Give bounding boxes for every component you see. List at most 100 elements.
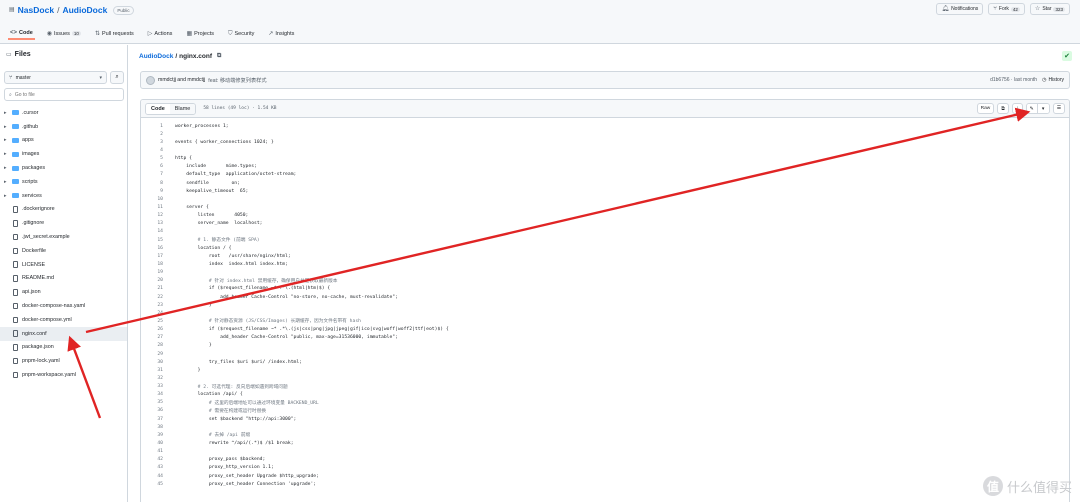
line-number[interactable]: 38	[141, 425, 175, 430]
download-button[interactable]: ⤓	[1011, 103, 1023, 114]
code-view-tab[interactable]: Code	[146, 103, 170, 114]
line-number[interactable]: 24	[141, 311, 175, 316]
line-number[interactable]: 9	[141, 189, 175, 194]
code-line: 21 if ($request_filename ~* .*\.(html|ht…	[141, 285, 1069, 293]
line-number[interactable]: 16	[141, 246, 175, 251]
history-button[interactable]: ◷ History	[1042, 77, 1064, 83]
symbols-panel-button[interactable]: ☰	[1052, 103, 1065, 114]
file-tree-item[interactable]: LICENSE	[0, 258, 127, 272]
search-button[interactable]: ⌕	[110, 71, 124, 84]
line-number[interactable]: 35	[141, 400, 175, 405]
line-content: proxy_set_header Upgrade $http_upgrade;	[175, 473, 319, 479]
repo-name-link[interactable]: AudioDock	[62, 5, 107, 15]
line-number[interactable]: 32	[141, 376, 175, 381]
line-number[interactable]: 1	[141, 124, 175, 129]
tab-pull-requests[interactable]: ⇅ Pull requests	[93, 27, 136, 40]
line-number[interactable]: 34	[141, 392, 175, 397]
tab-insights[interactable]: ↗ Insights	[266, 27, 296, 40]
commit-authors[interactable]: mmdctjj and mmdctjj	[158, 77, 205, 83]
line-number[interactable]: 27	[141, 335, 175, 340]
line-number[interactable]: 37	[141, 417, 175, 422]
file-tree-item[interactable]: pnpm-workspace.yaml	[0, 368, 127, 382]
branch-selector[interactable]: ⑂ master ▾	[4, 71, 107, 84]
line-number[interactable]: 28	[141, 343, 175, 348]
tab-security[interactable]: ⛉ Security	[226, 27, 256, 40]
file-tree-item[interactable]: docker-compose-nas.yaml	[0, 299, 127, 313]
folder-icon	[12, 165, 19, 171]
file-tree-item[interactable]: .jwt_secret.example	[0, 230, 127, 244]
commit-message[interactable]: feat: 移动端修复列表样式	[208, 77, 266, 84]
edit-button[interactable]: ✎	[1026, 104, 1038, 113]
line-number[interactable]: 12	[141, 213, 175, 218]
tab-projects[interactable]: ▦ Projects	[184, 27, 216, 40]
file-tree-item[interactable]: package.json	[0, 341, 127, 355]
notifications-button[interactable]: 🔔︎ Notifications	[936, 3, 984, 15]
file-tree-item[interactable]: Dockerfile	[0, 244, 127, 258]
line-number[interactable]: 42	[141, 457, 175, 462]
line-number[interactable]: 23	[141, 303, 175, 308]
file-tree-item[interactable]: .gitignore	[0, 216, 127, 230]
line-number[interactable]: 22	[141, 295, 175, 300]
line-number[interactable]: 17	[141, 254, 175, 259]
line-number[interactable]: 2	[141, 132, 175, 137]
file-tree-item[interactable]: nginx.conf	[0, 326, 127, 341]
file-tree-item[interactable]: ▸ .github	[0, 120, 127, 134]
line-number[interactable]: 39	[141, 433, 175, 438]
line-number[interactable]: 18	[141, 262, 175, 267]
line-number[interactable]: 14	[141, 229, 175, 234]
line-number[interactable]: 33	[141, 384, 175, 389]
tab-actions[interactable]: ▷ Actions	[146, 27, 175, 40]
line-number[interactable]: 11	[141, 205, 175, 210]
commit-hash[interactable]: d1b6756 · last month	[990, 77, 1037, 83]
line-number[interactable]: 26	[141, 327, 175, 332]
file-tree-item[interactable]: docker-compose.yml	[0, 313, 127, 327]
line-number[interactable]: 41	[141, 449, 175, 454]
go-to-file[interactable]: ⌕	[4, 88, 124, 101]
line-number[interactable]: 29	[141, 352, 175, 357]
line-number[interactable]: 13	[141, 221, 175, 226]
file-tree-item[interactable]: ▸ images	[0, 147, 127, 161]
line-number[interactable]: 44	[141, 474, 175, 479]
star-button[interactable]: ☆ Star 323	[1029, 3, 1070, 15]
line-number[interactable]: 31	[141, 368, 175, 373]
file-tree-item[interactable]: ▸ packages	[0, 161, 127, 175]
line-number[interactable]: 10	[141, 197, 175, 202]
line-number[interactable]: 19	[141, 270, 175, 275]
avatar[interactable]	[146, 75, 155, 85]
file-tree-item[interactable]: README.md	[0, 272, 127, 286]
line-number[interactable]: 21	[141, 286, 175, 291]
breadcrumb-repo-link[interactable]: AudioDock	[139, 53, 173, 60]
line-number[interactable]: 30	[141, 360, 175, 365]
line-number[interactable]: 25	[141, 319, 175, 324]
file-tree-item[interactable]: .dockerignore	[0, 203, 127, 217]
repo-owner-link[interactable]: NasDock	[18, 5, 54, 15]
line-number[interactable]: 4	[141, 148, 175, 153]
tab-issues[interactable]: ◉ Issues 10	[45, 27, 83, 40]
file-tree-item[interactable]: ▸ apps	[0, 134, 127, 148]
file-tree-item[interactable]: ▸ .cursor	[0, 106, 127, 120]
go-to-file-input[interactable]	[14, 91, 115, 98]
line-number[interactable]: 20	[141, 278, 175, 283]
line-number[interactable]: 6	[141, 164, 175, 169]
sidebar-collapse-icon[interactable]: ▭	[6, 52, 12, 58]
line-number[interactable]: 8	[141, 181, 175, 186]
line-number[interactable]: 3	[141, 140, 175, 145]
copy-raw-button[interactable]: ⧉	[997, 103, 1009, 114]
line-number[interactable]: 15	[141, 238, 175, 243]
file-tree-item[interactable]: ▸ services	[0, 189, 127, 203]
line-number[interactable]: 5	[141, 156, 175, 161]
copy-path-icon[interactable]: ⧉	[217, 53, 221, 60]
line-number[interactable]: 45	[141, 482, 175, 487]
edit-menu-button[interactable]: ▾	[1037, 104, 1049, 113]
line-number[interactable]: 7	[141, 172, 175, 177]
file-tree-item[interactable]: api.json	[0, 285, 127, 299]
fork-button[interactable]: ⑂ Fork 42	[988, 3, 1025, 15]
file-tree-item[interactable]: ▸ scripts	[0, 175, 127, 189]
line-number[interactable]: 40	[141, 441, 175, 446]
line-number[interactable]: 36	[141, 408, 175, 413]
blame-view-tab[interactable]: Blame	[169, 103, 196, 114]
raw-button[interactable]: Raw	[976, 103, 995, 114]
tab-code[interactable]: <> Code	[8, 27, 35, 40]
file-tree-item[interactable]: pnpm-lock.yaml	[0, 354, 127, 368]
line-number[interactable]: 43	[141, 465, 175, 470]
